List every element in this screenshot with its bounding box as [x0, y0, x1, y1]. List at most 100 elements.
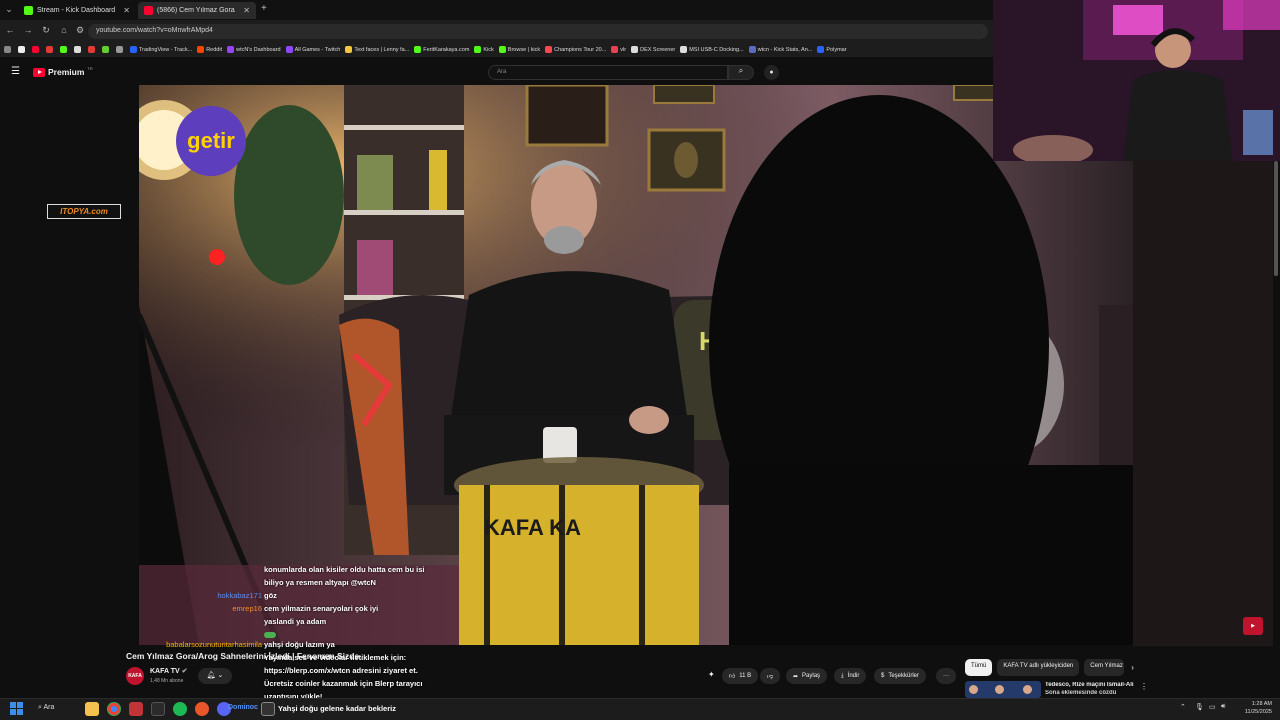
channel-avatar[interactable]: KAFA [126, 667, 144, 685]
youtube-icon[interactable] [32, 46, 41, 53]
bookmark-reddit[interactable]: Reddit [197, 46, 222, 53]
network-icon[interactable]: ▭ [1209, 703, 1216, 711]
close-tab-icon[interactable]: ✕ [123, 6, 130, 15]
bookmark-msi[interactable]: MSI USB-C Docking... [680, 46, 744, 53]
chat-message: emrep16 cem yilmazin senaryolari çok iyi [232, 604, 379, 613]
taskbar-search[interactable]: ⌕ Ara [34, 701, 74, 716]
recommendation-chips: Tümü KAFA TV adlı yükleyiciden Cem Yılma… [965, 659, 1136, 676]
search-icon: ⌕ [38, 704, 42, 711]
bookmark-kick-stats[interactable]: wtcn - Kick Stats, An... [748, 46, 812, 53]
site-info-icon[interactable]: ⚙ [74, 25, 86, 36]
close-tab-icon[interactable]: ✕ [243, 6, 250, 15]
bookmark-twitch-dashboard[interactable]: wtcN's Dashboard [227, 46, 281, 53]
subscribe-watermark-icon[interactable]: ▶ [1243, 617, 1263, 635]
system-clock[interactable]: 1:28 AM 11/25/2025 [1236, 700, 1272, 716]
recommended-thumbnail[interactable] [965, 681, 1041, 698]
svg-text:KAFA KA: KAFA KA [484, 515, 581, 540]
spotify-icon[interactable] [173, 702, 187, 716]
like-button[interactable]: 👍︎ 11 B [722, 668, 759, 684]
recommended-subtitle: Sona eklemesinde cözdü [1045, 690, 1117, 696]
clip-icon[interactable]: ✦ [708, 670, 715, 679]
share-button[interactable]: ➦ Paylaş [786, 668, 828, 684]
bookmark-icon[interactable] [46, 46, 55, 53]
x-icon[interactable] [18, 46, 27, 53]
chat-message: https://blerp.com/x/wtcn adresini ziyare… [264, 666, 418, 675]
tray-chevron-icon[interactable]: ⌃ [1180, 703, 1186, 711]
new-tab-icon[interactable]: + [261, 3, 267, 14]
channel-name[interactable]: KAFA TV ✔ [150, 667, 188, 675]
valorant-icon [545, 46, 553, 53]
forward-icon[interactable]: → [22, 25, 34, 35]
chat-message: yaslandi ya adam [264, 617, 327, 626]
share-icon: ➦ [793, 673, 799, 680]
more-options-icon[interactable]: ⋮ [1140, 682, 1148, 691]
more-actions-button[interactable]: ··· [936, 668, 956, 684]
recommended-title[interactable]: Tedesco, Rize maçını İsmail-Ali [1045, 682, 1137, 688]
mic-tray-icon[interactable]: 🎙︎ [1195, 703, 1204, 711]
tab-youtube-video[interactable]: (5866) Cem Yılmaz Gora/A ✕ [138, 2, 256, 19]
person-icon [995, 685, 1004, 694]
bookmark-champions-tour[interactable]: Champions Tour 20... [545, 46, 606, 53]
thanks-icon: $ [881, 673, 885, 679]
scrollbar-thumb[interactable] [1274, 161, 1278, 276]
video-frame: HA HA HA KAFA KA [139, 85, 1133, 645]
bookmark-lenny[interactable]: Text faces | Lenny fa... [345, 46, 409, 53]
app-icon[interactable] [195, 702, 209, 716]
youtube-premium-label: Premium [48, 67, 85, 77]
bookmark-browse-kick[interactable]: Browse | kick [498, 46, 540, 53]
apps-icon[interactable] [4, 46, 13, 53]
bookmark-twitch-games[interactable]: All Games - Twitch [285, 46, 340, 53]
back-icon[interactable]: ← [4, 25, 16, 35]
reddit-icon [197, 46, 205, 53]
search-button[interactable]: ⌕ [728, 65, 754, 80]
search-input[interactable]: Ara [488, 65, 728, 80]
bookmark-icon[interactable] [60, 46, 69, 53]
menu-icon[interactable]: ☰ [11, 66, 20, 77]
stream-user-label: Dominoc [228, 704, 258, 711]
smiley-icon [345, 46, 353, 53]
video-player[interactable]: HA HA HA KAFA KA getir [139, 85, 1133, 645]
yahoo-icon[interactable] [88, 46, 97, 53]
bookmark-icon[interactable] [116, 46, 125, 53]
voice-search-button[interactable]: ● [764, 65, 779, 80]
thanks-button[interactable]: $ Teşekkürler [874, 668, 927, 684]
xbox-icon[interactable] [151, 702, 165, 716]
download-button[interactable]: ⤓ İndir [834, 668, 867, 684]
notification-bell-button[interactable]: 🔔︎ ⌄ [198, 668, 232, 684]
calendar-icon[interactable] [129, 702, 143, 716]
url-field[interactable]: youtube.com/watch?v=oMnwfrAMpd4 [88, 24, 988, 39]
windows-start-icon[interactable] [10, 702, 23, 715]
chip-channel[interactable]: KAFA TV adlı yükleyiciden [997, 659, 1080, 676]
bookmark-polymarket[interactable]: Polymar [817, 46, 847, 53]
tab-kick-dashboard[interactable]: Stream - Kick Dashboard ✕ [18, 2, 136, 19]
bookmark-feritkarakaya[interactable]: FeritKarakaya.com [414, 46, 469, 53]
home-icon[interactable]: ⌂ [58, 25, 70, 35]
chip-all[interactable]: Tümü [965, 659, 993, 676]
chrome-icon[interactable] [107, 702, 121, 716]
bookmark-tradingview[interactable]: TradingView - Track... [130, 46, 192, 53]
vlr-icon [611, 46, 619, 53]
getir-logo: getir [176, 106, 246, 176]
region-label: TR [87, 65, 93, 71]
person-icon [1023, 685, 1032, 694]
chevron-right-icon[interactable]: › [1129, 659, 1136, 676]
chip-cem-yilmaz[interactable]: Cem Yılmaz [1084, 659, 1125, 676]
reload-icon[interactable]: ↻ [40, 25, 52, 36]
verified-icon: ✔ [181, 668, 188, 675]
chat-message: konumlarda olan kisiler oldu hatta cem b… [264, 565, 425, 574]
kick-icon [498, 46, 506, 53]
dislike-button[interactable]: 👎︎ [760, 668, 781, 684]
kick-icon [474, 46, 482, 53]
chat-message: hokkabaz171 göz [217, 591, 277, 600]
youtube-logo[interactable]: Premium TR [33, 65, 93, 77]
bookmark-icon[interactable] [102, 46, 111, 53]
bookmark-vlr[interactable]: vlr [611, 46, 626, 53]
bookmark-kick[interactable]: Kick [474, 46, 494, 53]
bookmark-icon[interactable] [74, 46, 83, 53]
obs-icon[interactable] [261, 702, 275, 716]
volume-icon[interactable]: 🔊︎ [1221, 703, 1225, 711]
file-explorer-icon[interactable] [85, 702, 99, 716]
bookmark-dex-screener[interactable]: DEX Screener [631, 46, 675, 53]
tab-search-icon[interactable]: ⌄ [3, 4, 15, 15]
chat-message [212, 628, 462, 638]
